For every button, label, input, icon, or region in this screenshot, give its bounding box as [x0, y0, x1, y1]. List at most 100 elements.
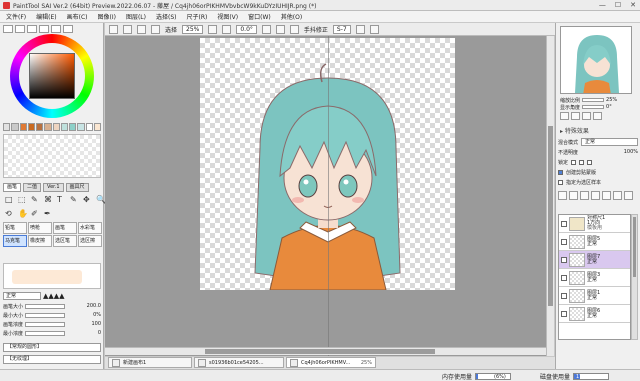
doc-tab-3[interactable]: Cq4jh06orPIKHMV... 25%: [286, 357, 376, 368]
rotation-field[interactable]: 0.0°: [236, 24, 257, 34]
swatch[interactable]: [60, 123, 68, 131]
menu-canvas[interactable]: 画布(C): [67, 12, 88, 21]
brush-slot[interactable]: 选区笔: [53, 235, 77, 247]
brush-slot[interactable]: 铅笔: [3, 222, 27, 234]
menu-window[interactable]: 窗口(W): [248, 12, 271, 21]
layer-opacity-value[interactable]: 100%: [624, 149, 638, 155]
swatch[interactable]: [27, 123, 35, 131]
layer-visibility-icon[interactable]: [561, 256, 567, 263]
zoom-field[interactable]: 25%: [182, 24, 204, 34]
canvas-area[interactable]: [105, 36, 546, 356]
rgb-tab[interactable]: [15, 25, 25, 33]
magic-wand-icon[interactable]: ✎: [31, 195, 42, 207]
layer-visibility-icon[interactable]: [561, 310, 567, 317]
brush-shape-icons[interactable]: ▲▲▲▲: [43, 292, 65, 300]
swatch[interactable]: [52, 123, 60, 131]
param-min-size[interactable]: 最小大小 0%: [3, 311, 101, 319]
lasso-icon[interactable]: ⬚: [18, 195, 29, 207]
swatch[interactable]: [3, 123, 11, 131]
move-icon[interactable]: ✥: [83, 195, 94, 207]
menu-other[interactable]: 其他(O): [281, 12, 302, 21]
clear-layer-icon[interactable]: [613, 191, 622, 200]
delete-layer-icon[interactable]: [624, 191, 633, 200]
navigator-preview[interactable]: [560, 26, 632, 94]
nav-zoom-out-icon[interactable]: [571, 112, 580, 120]
symmetry-icon[interactable]: [369, 24, 379, 34]
doc-tab-2[interactable]: s01936b01ce54205...: [194, 357, 284, 368]
layer-visibility-icon[interactable]: [561, 238, 567, 245]
shape-icon[interactable]: ⌘: [44, 195, 55, 207]
tool-tab-binary[interactable]: 二值: [23, 183, 42, 192]
lock-move-icon[interactable]: [587, 159, 593, 165]
clipping-mask-row[interactable]: 创建剪贴蒙版: [558, 168, 638, 176]
param-min-density[interactable]: 最小浓度 0: [3, 329, 101, 337]
layer-blend-select[interactable]: 正常: [581, 138, 638, 146]
menu-image[interactable]: 图像(I): [98, 12, 116, 21]
layer-visibility-icon[interactable]: [561, 292, 567, 299]
brush-slot[interactable]: 选区擦: [78, 235, 102, 247]
selection-source-checkbox[interactable]: [558, 179, 563, 185]
brush-shape-dropdown[interactable]: 【常规的圆形】: [3, 343, 101, 352]
layer-list-scrollbar[interactable]: [631, 214, 638, 340]
close-button[interactable]: ✕: [630, 1, 636, 9]
nav-rotate-icon[interactable]: [582, 112, 591, 120]
selection-source-row[interactable]: 指定为选区样本: [558, 178, 638, 186]
param-brush-density[interactable]: 画笔浓度 100: [3, 320, 101, 328]
rotate-right-icon[interactable]: [275, 24, 285, 34]
effects-section-title[interactable]: ▸ 特殊效果: [560, 126, 589, 135]
transfer-down-icon[interactable]: [591, 191, 600, 200]
swatch[interactable]: [11, 123, 19, 131]
layer-row[interactable]: 对称尺1 1方向 模板用: [559, 215, 630, 233]
clipping-mask-checkbox[interactable]: [558, 169, 563, 175]
param-brush-size[interactable]: 画笔大小 200.0: [3, 302, 101, 310]
new-folder-icon[interactable]: [580, 191, 589, 200]
tool-tab-brush[interactable]: 画笔: [3, 183, 22, 192]
min-density-slider[interactable]: [25, 330, 66, 336]
scratchpad[interactable]: [3, 134, 101, 178]
layer-visibility-icon[interactable]: [561, 220, 567, 227]
hsv-tab[interactable]: [27, 25, 37, 33]
new-layer-icon[interactable]: [558, 191, 567, 200]
layer-row[interactable]: 图层1 正常: [559, 287, 630, 305]
menu-view[interactable]: 视图(V): [217, 12, 238, 21]
swatch[interactable]: [77, 123, 85, 131]
layer-row[interactable]: 图层7 正常: [559, 251, 630, 269]
min-size-slider[interactable]: [25, 312, 66, 318]
saturation-value-square[interactable]: [29, 53, 75, 99]
brush-slot[interactable]: 画笔: [53, 222, 77, 234]
layer-row[interactable]: 图层5 正常: [559, 233, 630, 251]
layer-row[interactable]: 图层6 正常: [559, 305, 630, 323]
redo-icon[interactable]: [123, 24, 132, 34]
blend-mode-select[interactable]: 正常: [3, 291, 41, 300]
hsl-tab[interactable]: [39, 25, 49, 33]
brush-texture-dropdown[interactable]: 【无纹理】: [3, 355, 101, 364]
menu-file[interactable]: 文件(F): [6, 12, 26, 21]
menu-ruler[interactable]: 尺子(R): [186, 12, 207, 21]
rect-select-icon[interactable]: □: [5, 195, 16, 207]
flip-icon[interactable]: [289, 24, 299, 34]
color-wheel-tab[interactable]: [3, 25, 13, 33]
nav-flip-icon[interactable]: [593, 112, 602, 120]
brush-slot[interactable]: 水彩笔: [78, 222, 102, 234]
ruler-toggle-icon[interactable]: [355, 24, 365, 34]
pen-icon[interactable]: ✎: [70, 195, 81, 207]
swatch[interactable]: [85, 123, 93, 131]
minimize-button[interactable]: —: [599, 1, 606, 9]
brush-density-slider[interactable]: [25, 321, 66, 327]
menu-layer[interactable]: 图层(L): [126, 12, 146, 21]
swatch-tab[interactable]: [63, 25, 73, 33]
zoom-out-icon[interactable]: [222, 24, 232, 34]
eyedropper-icon[interactable]: ✐: [31, 209, 42, 221]
stabilizer-select[interactable]: S-7: [332, 24, 351, 34]
brush-slot[interactable]: 喷枪: [28, 222, 52, 234]
canvas-vertical-scrollbar[interactable]: [546, 36, 554, 356]
text-icon[interactable]: T: [57, 195, 68, 207]
invert-icon[interactable]: [151, 24, 160, 34]
menu-edit[interactable]: 编辑(E): [36, 12, 56, 21]
brush-size-slider[interactable]: [25, 303, 66, 309]
menu-select[interactable]: 选择(S): [156, 12, 177, 21]
layer-row[interactable]: 图层3 正常: [559, 269, 630, 287]
layer-visibility-icon[interactable]: [561, 274, 567, 281]
undo-icon[interactable]: [109, 24, 118, 34]
hand-icon[interactable]: ✋: [18, 209, 29, 221]
